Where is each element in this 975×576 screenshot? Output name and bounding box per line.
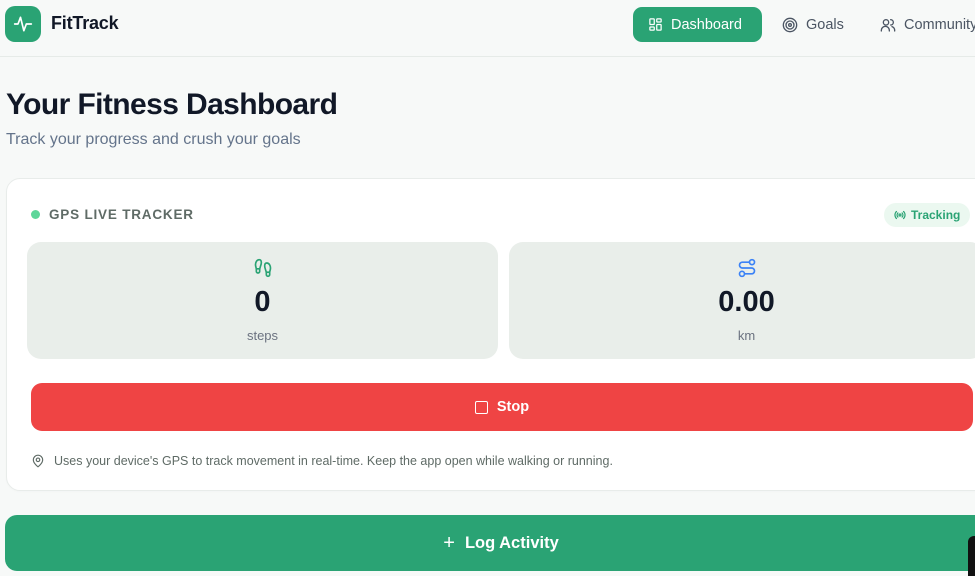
tracking-status-label: Tracking [911,208,961,222]
users-icon [880,18,896,32]
grid-icon [649,18,662,31]
live-indicator-dot [31,210,40,219]
stop-tracking-button[interactable]: Stop [31,383,973,431]
plus-icon: + [443,532,455,554]
stop-button-label: Stop [496,399,530,415]
target-icon [782,17,798,32]
page-subtitle: Track your progress and crush your goals [6,131,301,148]
steps-stat: 0 steps [27,242,498,359]
gps-hint-text: Uses your device's GPS to track movement… [54,454,613,468]
nav-community-label: Community [904,16,975,33]
nav-goals[interactable]: Goals [767,7,862,42]
nav-goals-label: Goals [806,16,844,33]
route-icon [738,258,755,278]
distance-unit: km [737,328,756,343]
gps-hint: Uses your device's GPS to track movement… [31,454,613,468]
brand-name: FitTrack [51,13,119,33]
steps-unit: steps [246,328,279,343]
tracker-header: GPS LIVE TRACKER [31,207,194,222]
tracker-title: GPS LIVE TRACKER [49,207,194,222]
floating-widget-edge[interactable] [968,536,975,576]
steps-value: 0 [254,286,271,318]
top-header: FitTrack Dashboard Goals Community [0,0,975,57]
activity-icon [13,16,33,32]
page-title: Your Fitness Dashboard [6,88,338,121]
map-pin-icon [32,454,44,468]
stop-square-icon [474,400,488,414]
tracking-status-badge: Tracking [884,203,971,227]
radio-signal-icon [894,210,906,220]
nav-dashboard-label: Dashboard [671,16,742,33]
log-activity-button[interactable]: + Log Activity [5,515,975,571]
nav-community[interactable]: Community [865,7,975,42]
nav-dashboard[interactable]: Dashboard [633,7,762,42]
logo[interactable] [5,6,41,42]
distance-value: 0.00 [718,286,775,318]
footprints-icon [254,258,271,278]
distance-stat: 0.00 km [509,242,975,359]
gps-tracker-card: GPS LIVE TRACKER Tracking 0 steps 0.00 k… [6,178,975,491]
log-activity-label: Log Activity [464,533,559,552]
